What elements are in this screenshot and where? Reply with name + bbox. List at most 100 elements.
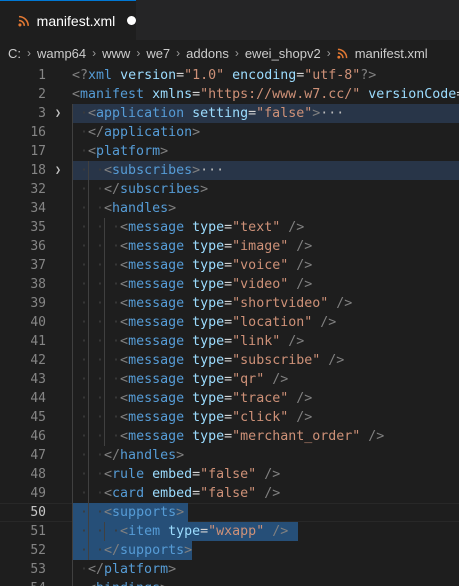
unsaved-dot-icon[interactable] [127,16,136,25]
whitespace-indent: · [72,581,88,586]
token-str: "link" [232,334,281,349]
whitespace-indent: · · · [72,524,121,539]
token-tag: supports [120,543,185,558]
code-line[interactable]: 39 · · ·<message type="shortvideo" /> [0,294,459,313]
code-line[interactable]: 49 · ·<card embed="false" /> [0,484,459,503]
token-pun: > [160,581,168,586]
token-eq: = [224,391,233,406]
code-line[interactable]: 46 · · ·<message type="merchant_order" /… [0,427,459,446]
whitespace-indent: · · · [72,277,121,292]
code-text: · · ·<message type="text" /> [72,218,304,237]
token-pun: < [104,505,113,520]
whitespace-indent: · · · [72,315,121,330]
breadcrumb-item[interactable]: www [102,46,130,61]
token-attr: type [192,258,225,273]
code-line[interactable]: 34 · ·<handles> [0,199,459,218]
code-text: ·<application setting="false">··· [72,104,344,123]
token-eq: = [192,486,201,501]
token-pun: </ [104,543,121,558]
code-line[interactable]: 40 · · ·<message type="location" /> [0,313,459,332]
code-line[interactable]: 41 · · ·<message type="link" /> [0,332,459,351]
line-number: 48 [30,467,46,482]
code-line[interactable]: 36 · · ·<message type="image" /> [0,237,459,256]
breadcrumb-item[interactable]: addons [186,46,229,61]
token-str: "text" [232,220,281,235]
line-number: 40 [30,315,46,330]
token-pun: < [120,391,129,406]
code-text: · · ·<message type="image" /> [72,237,312,256]
token-attr: type [192,296,225,311]
code-line[interactable]: 54 ·<bindings> [0,579,459,586]
code-editor[interactable]: 1 <?xml version="1.0" encoding="utf-8"?> 2… [0,66,459,586]
breadcrumb-item[interactable]: wamp64 [37,46,86,61]
fold-chevron-icon[interactable]: ❯ [55,161,61,180]
token-str: "voice" [232,258,289,273]
code-line[interactable]: 35 · · ·<message type="text" /> [0,218,459,237]
token-attr: embed [152,467,193,482]
code-line[interactable]: 16 ·</application> [0,123,459,142]
token-sp [144,87,152,102]
code-line[interactable]: 37 · · ·<message type="voice" /> [0,256,459,275]
token-pun: < [104,163,113,178]
line-number: 52 [30,543,46,558]
line-number: 34 [30,201,46,216]
code-line[interactable]: 18 ❯ · ·<subscribes>··· [0,161,459,180]
breadcrumb-file[interactable]: manifest.xml [337,46,428,61]
code-line[interactable]: 43 · · ·<message type="qr" /> [0,370,459,389]
line-number: 2 [38,87,46,102]
token-tag: supports [112,505,177,520]
breadcrumb-item[interactable]: ewei_shopv2 [245,46,321,61]
code-line[interactable]: 44 · · ·<message type="trace" /> [0,389,459,408]
code-text: ·</platform> [72,560,176,579]
token-pun: > [168,562,177,577]
token-ell: ··· [200,163,225,178]
code-text: · · ·<message type="link" /> [72,332,304,351]
line-number: 53 [30,562,46,577]
line-number: 17 [30,144,46,159]
token-attr: version [120,68,177,83]
code-line[interactable]: 52 · ·</supports> [0,541,459,560]
code-line[interactable]: 32 · ·</subscribes> [0,180,459,199]
code-line[interactable]: 17 ·<platform> [0,142,459,161]
whitespace-indent: · · [72,505,105,520]
code-line[interactable]: 51 · · ·<item type="wxapp" /> [0,522,459,541]
token-sp [112,68,120,83]
code-line[interactable]: 3 ❯ ·<application setting="false">··· [0,104,459,123]
code-line[interactable]: 2 <manifest xmlns="https://www.w7.cc/" ve… [0,85,459,104]
token-pun: </ [104,182,121,197]
token-pun: > [200,182,209,197]
token-eq: = [224,334,233,349]
chevron-right-icon: › [326,46,331,60]
token-sp [144,486,152,501]
token-pun: /> [296,239,313,254]
token-tag: handles [120,448,177,463]
whitespace-indent: · · · [72,391,121,406]
token-pun: </ [88,125,105,140]
code-line[interactable]: 1 <?xml version="1.0" encoding="utf-8"?> [0,66,459,85]
breadcrumb-item[interactable]: C: [8,46,21,61]
code-text: · · ·<message type="subscribe" /> [72,351,344,370]
token-pun: /> [328,353,345,368]
token-pun: /> [264,467,281,482]
breadcrumb-item[interactable]: we7 [146,46,170,61]
code-line[interactable]: 38 · · ·<message type="video" /> [0,275,459,294]
current-line-highlight [0,503,459,522]
code-line[interactable]: 47 · ·</handles> [0,446,459,465]
token-sp [144,467,152,482]
code-line[interactable]: 50 · ·<supports> [0,503,459,522]
token-attr: setting [192,106,249,121]
code-text: · · ·<message type="location" /> [72,313,336,332]
fold-chevron-icon[interactable]: ❯ [55,104,61,123]
line-number: 32 [30,182,46,197]
token-eq: = [192,87,201,102]
code-line[interactable]: 45 · · ·<message type="click" /> [0,408,459,427]
code-line[interactable]: 48 · ·<rule embed="false" /> [0,465,459,484]
token-eq: = [224,353,233,368]
chevron-right-icon: › [176,46,181,60]
whitespace-indent: · · · [72,258,121,273]
code-line[interactable]: 53 ·</platform> [0,560,459,579]
code-line[interactable]: 42 · · ·<message type="subscribe" /> [0,351,459,370]
token-pun: < [120,410,129,425]
tab-manifest-xml[interactable]: manifest.xml [0,0,136,40]
token-sp [224,68,232,83]
